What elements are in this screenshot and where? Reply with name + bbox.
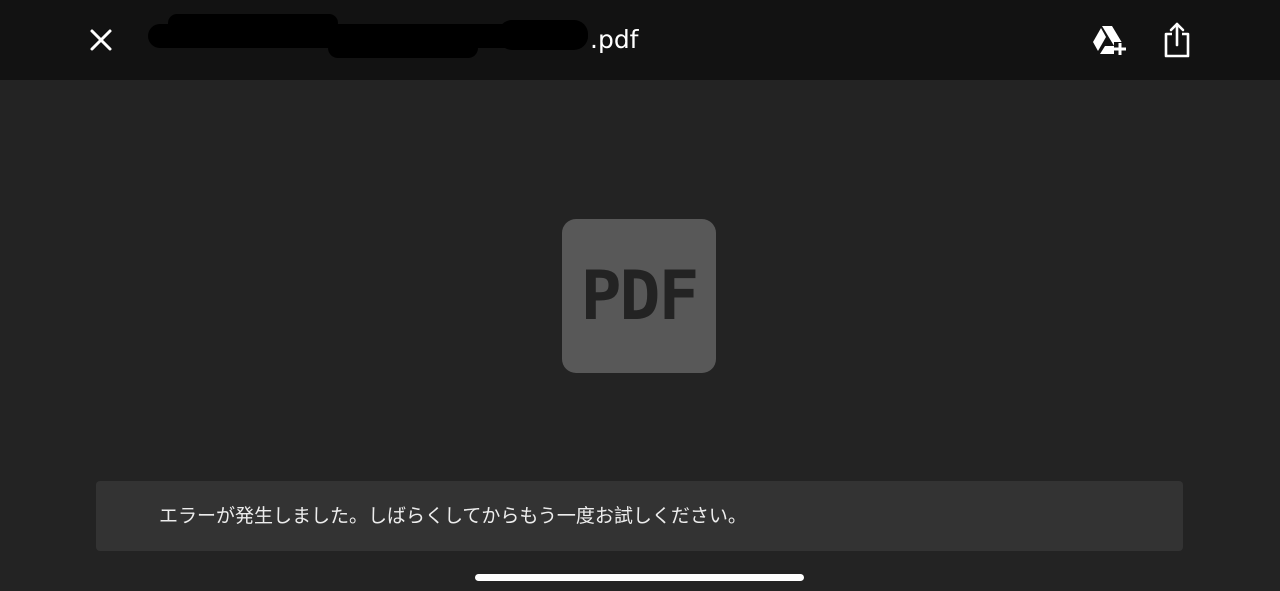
pdf-file-icon: PDF — [562, 219, 716, 373]
close-icon — [90, 29, 112, 51]
redaction-mark — [498, 20, 588, 50]
error-message: エラーが発生しました。しばらくしてからもう一度お試しください。 — [159, 505, 747, 527]
error-toast: エラーが発生しました。しばらくしてからもう一度お試しください。 — [96, 481, 1183, 551]
share-button[interactable] — [1162, 20, 1192, 60]
home-indicator[interactable] — [475, 574, 804, 581]
add-to-drive-button[interactable] — [1090, 22, 1126, 58]
file-title-area: .pdf — [148, 12, 648, 68]
google-drive-add-icon — [1093, 26, 1126, 55]
share-icon — [1164, 22, 1190, 58]
redaction-mark — [168, 14, 338, 32]
pdf-file-icon-label: PDF — [580, 256, 700, 336]
close-button[interactable] — [86, 25, 116, 55]
file-name: .pdf — [590, 25, 639, 54]
top-bar: .pdf — [0, 0, 1280, 80]
redaction-mark — [328, 38, 478, 58]
